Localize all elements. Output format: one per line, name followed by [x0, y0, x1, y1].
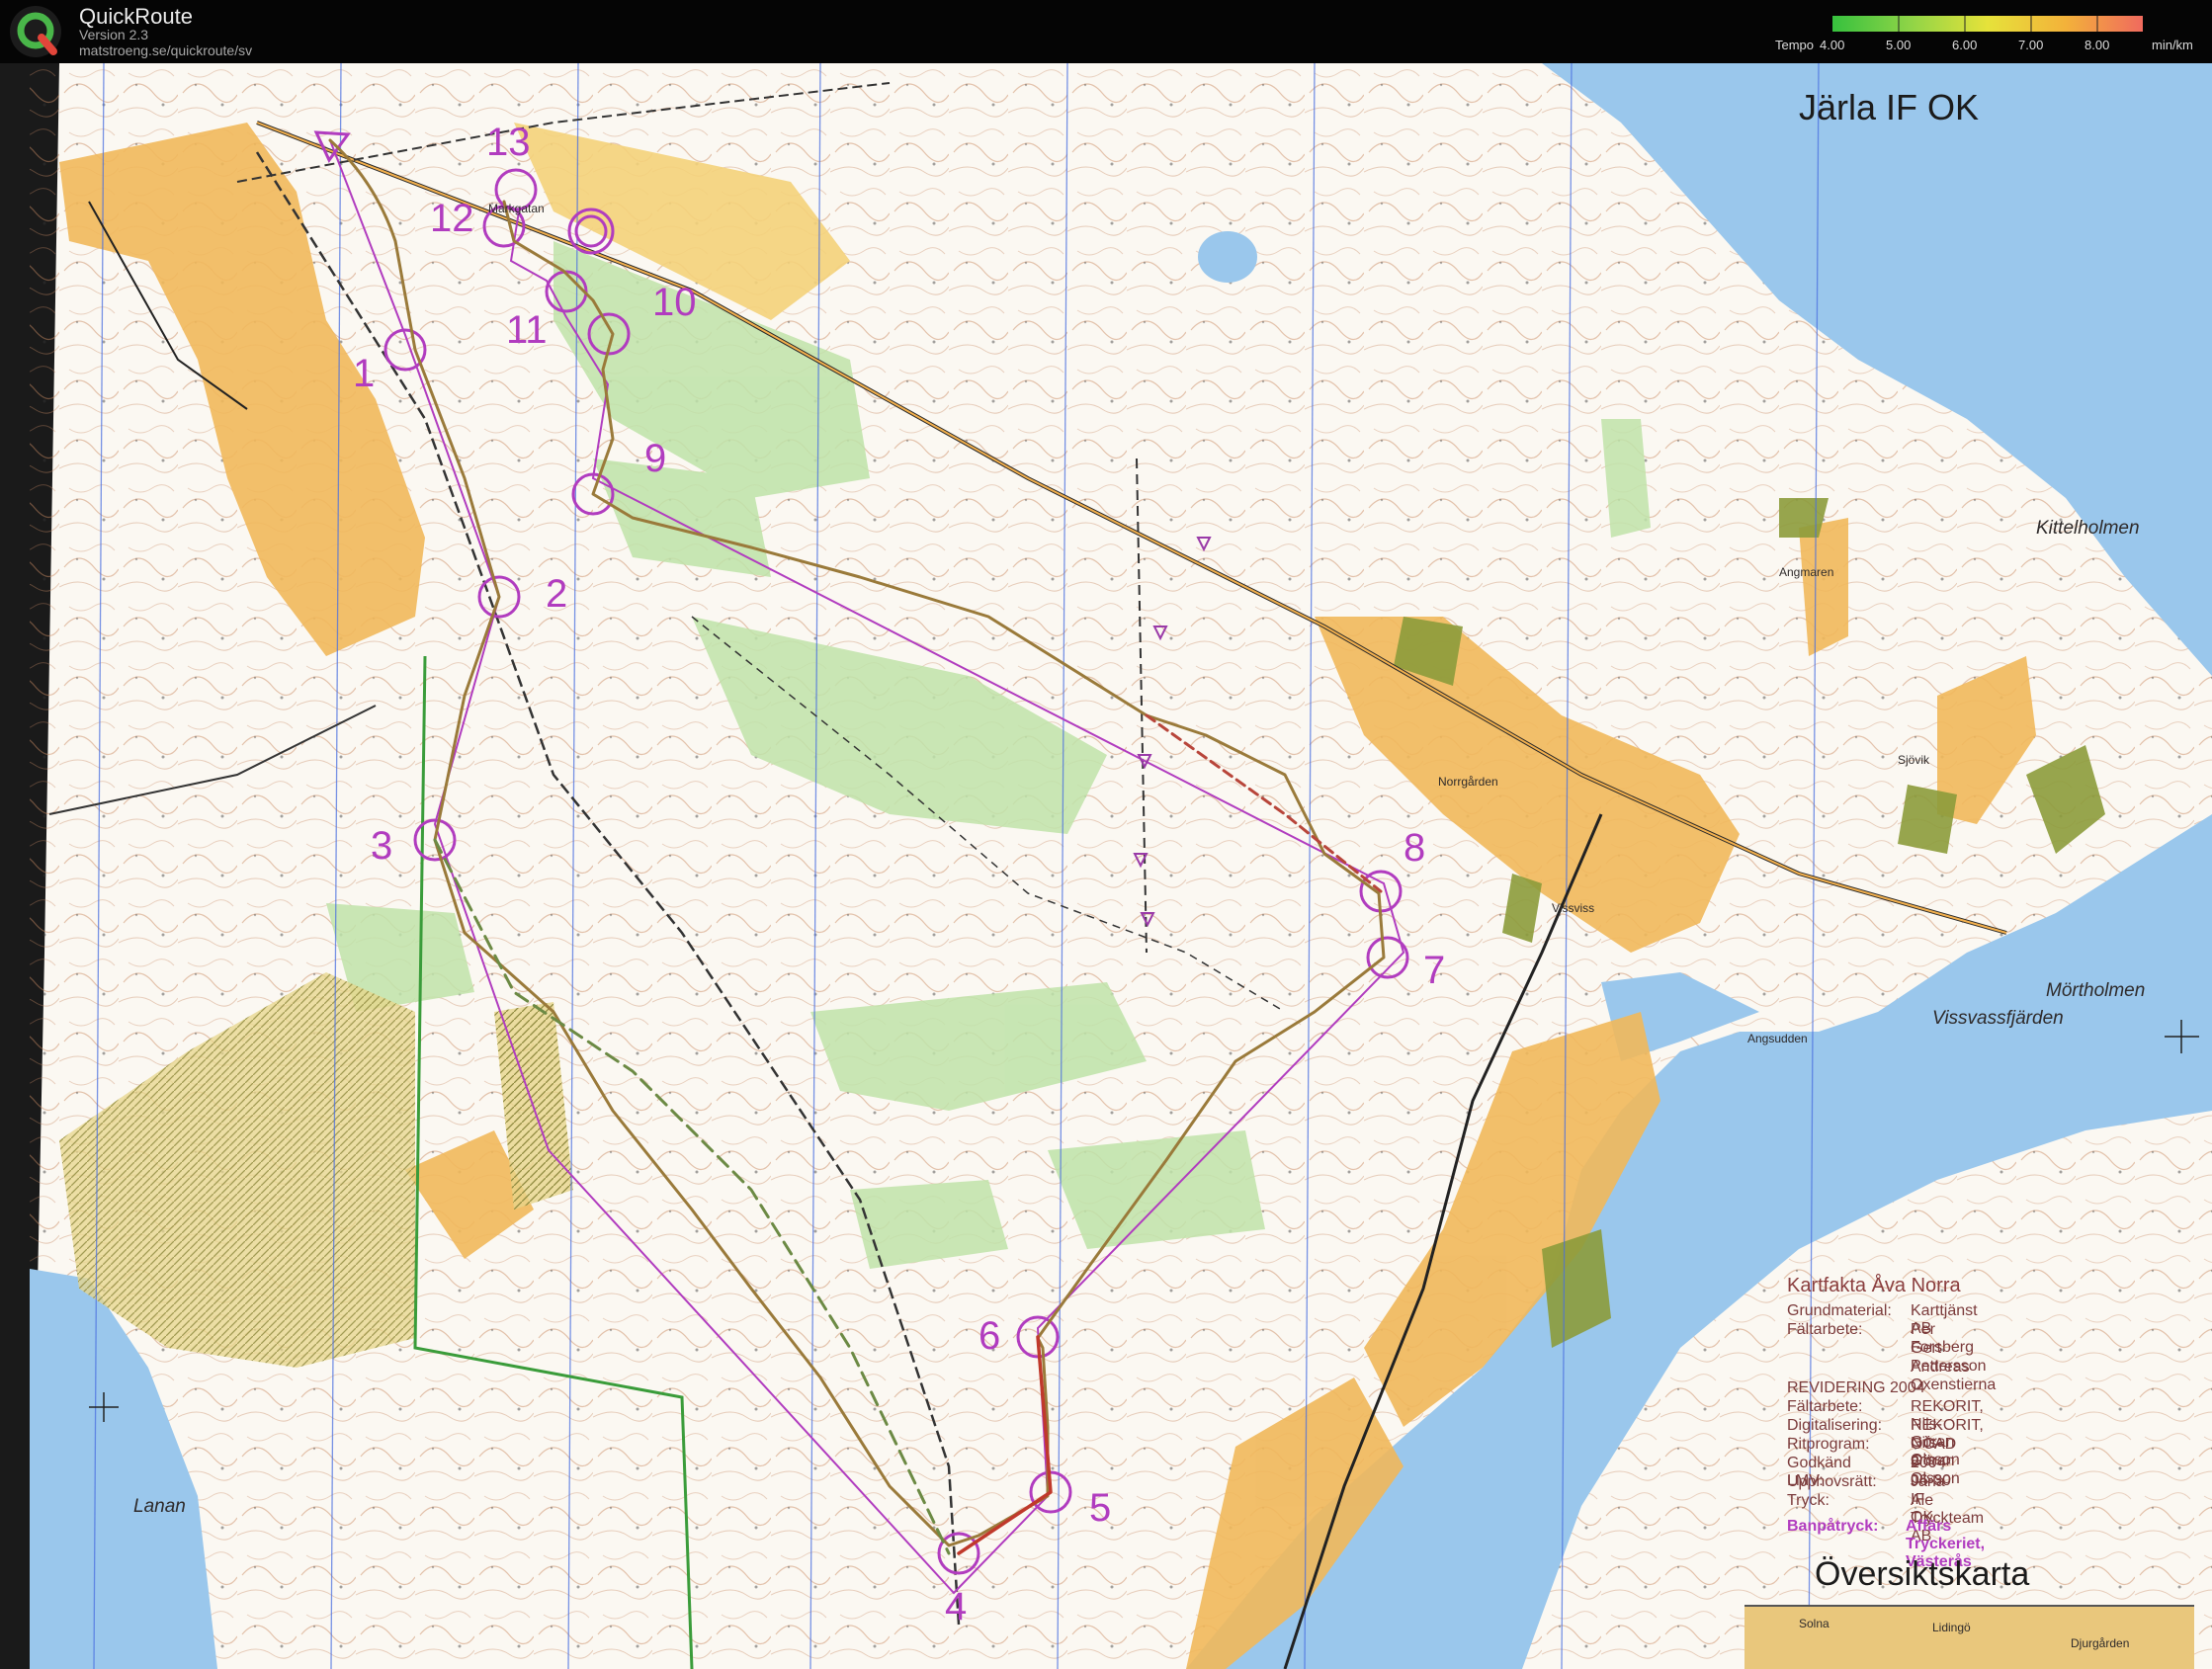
place-vissviss: Vissviss — [1552, 901, 1595, 915]
place-angmaren: Angmaren — [1779, 565, 1834, 579]
overview-label: Lidingö — [1932, 1621, 1971, 1634]
pace-tick: 7.00 — [2018, 38, 2044, 52]
place-kittelholmen: Kittelholmen — [2036, 518, 2140, 539]
app-header: QuickRoute Version 2.3 matstroeng.se/qui… — [0, 0, 2212, 63]
place-sjovik: Sjövik — [1898, 753, 1930, 767]
control-number-3: 3 — [371, 824, 393, 868]
control-number-12: 12 — [430, 197, 474, 240]
control-number-9: 9 — [644, 437, 667, 480]
orienteering-map[interactable]: Järla IF OK 1 2 3 4 5 6 7 8 9 10 11 12 1… — [0, 63, 2212, 1669]
control-number-13: 13 — [486, 121, 531, 164]
club-name: Järla IF OK — [1799, 87, 1980, 127]
place-markgatan: Markgatan — [488, 202, 545, 215]
pace-label: Tempo — [1775, 38, 1815, 52]
place-morthholmen: Mörtholmen — [2046, 980, 2146, 1001]
place-vissvassfjarden: Vissvassfjärden — [1932, 1008, 2064, 1029]
pace-unit: min/km — [2152, 38, 2193, 52]
control-number-1: 1 — [353, 352, 376, 395]
control-number-10: 10 — [652, 281, 697, 324]
place-lanan: Lanan — [133, 1496, 186, 1517]
facts-key: Ritprogram: — [1787, 1436, 1870, 1453]
overview-map: Solna Lidingö Djurgården — [1744, 1605, 2194, 1669]
control-number-6: 6 — [978, 1314, 1001, 1358]
facts-key: Upphovsrätt: — [1787, 1473, 1877, 1490]
facts-key: Digitalisering: — [1787, 1417, 1883, 1434]
overview-title: Översiktskarta — [1815, 1555, 2030, 1593]
app-url: matstroeng.se/quickroute/sv — [79, 42, 253, 58]
pace-tick: 8.00 — [2084, 38, 2110, 52]
quickroute-logo-icon — [10, 6, 61, 57]
facts-title: Kartfakta Åva Norra — [1787, 1275, 1961, 1296]
control-number-4: 4 — [945, 1585, 968, 1628]
facts-key: Tryck: — [1787, 1492, 1829, 1509]
app-version: Version 2.3 — [79, 27, 149, 42]
facts-key: Grundmaterial: — [1787, 1302, 1892, 1319]
pace-tick: 5.00 — [1886, 38, 1912, 52]
pace-gradient-bar — [1832, 16, 2143, 32]
pace-legend: Tempo 4.00 5.00 6.00 7.00 8.00 min/km — [1769, 14, 2204, 57]
overview-label: Djurgården — [2071, 1636, 2130, 1650]
pace-tick: 6.00 — [1952, 38, 1978, 52]
overview-label: Solna — [1799, 1617, 1829, 1630]
facts-revision: REVIDERING 2004 — [1787, 1379, 1925, 1396]
control-number-8: 8 — [1404, 826, 1426, 870]
control-number-7: 7 — [1423, 949, 1446, 992]
pace-tick: 4.00 — [1820, 38, 1845, 52]
map-facts: Kartfakta Åva Norra Grundmaterial: Kartt… — [1787, 1275, 2202, 1570]
control-number-2: 2 — [546, 572, 568, 616]
facts-key: Fältarbete: — [1787, 1398, 1863, 1415]
control-number-11: 11 — [506, 308, 548, 352]
facts-key: Fältarbete: — [1787, 1321, 1863, 1338]
facts-key: Banpåtryck: — [1787, 1518, 1879, 1535]
control-number-5: 5 — [1089, 1486, 1112, 1530]
place-angsudden: Angsudden — [1747, 1032, 1808, 1045]
place-norrgarden: Norrgården — [1438, 775, 1498, 789]
